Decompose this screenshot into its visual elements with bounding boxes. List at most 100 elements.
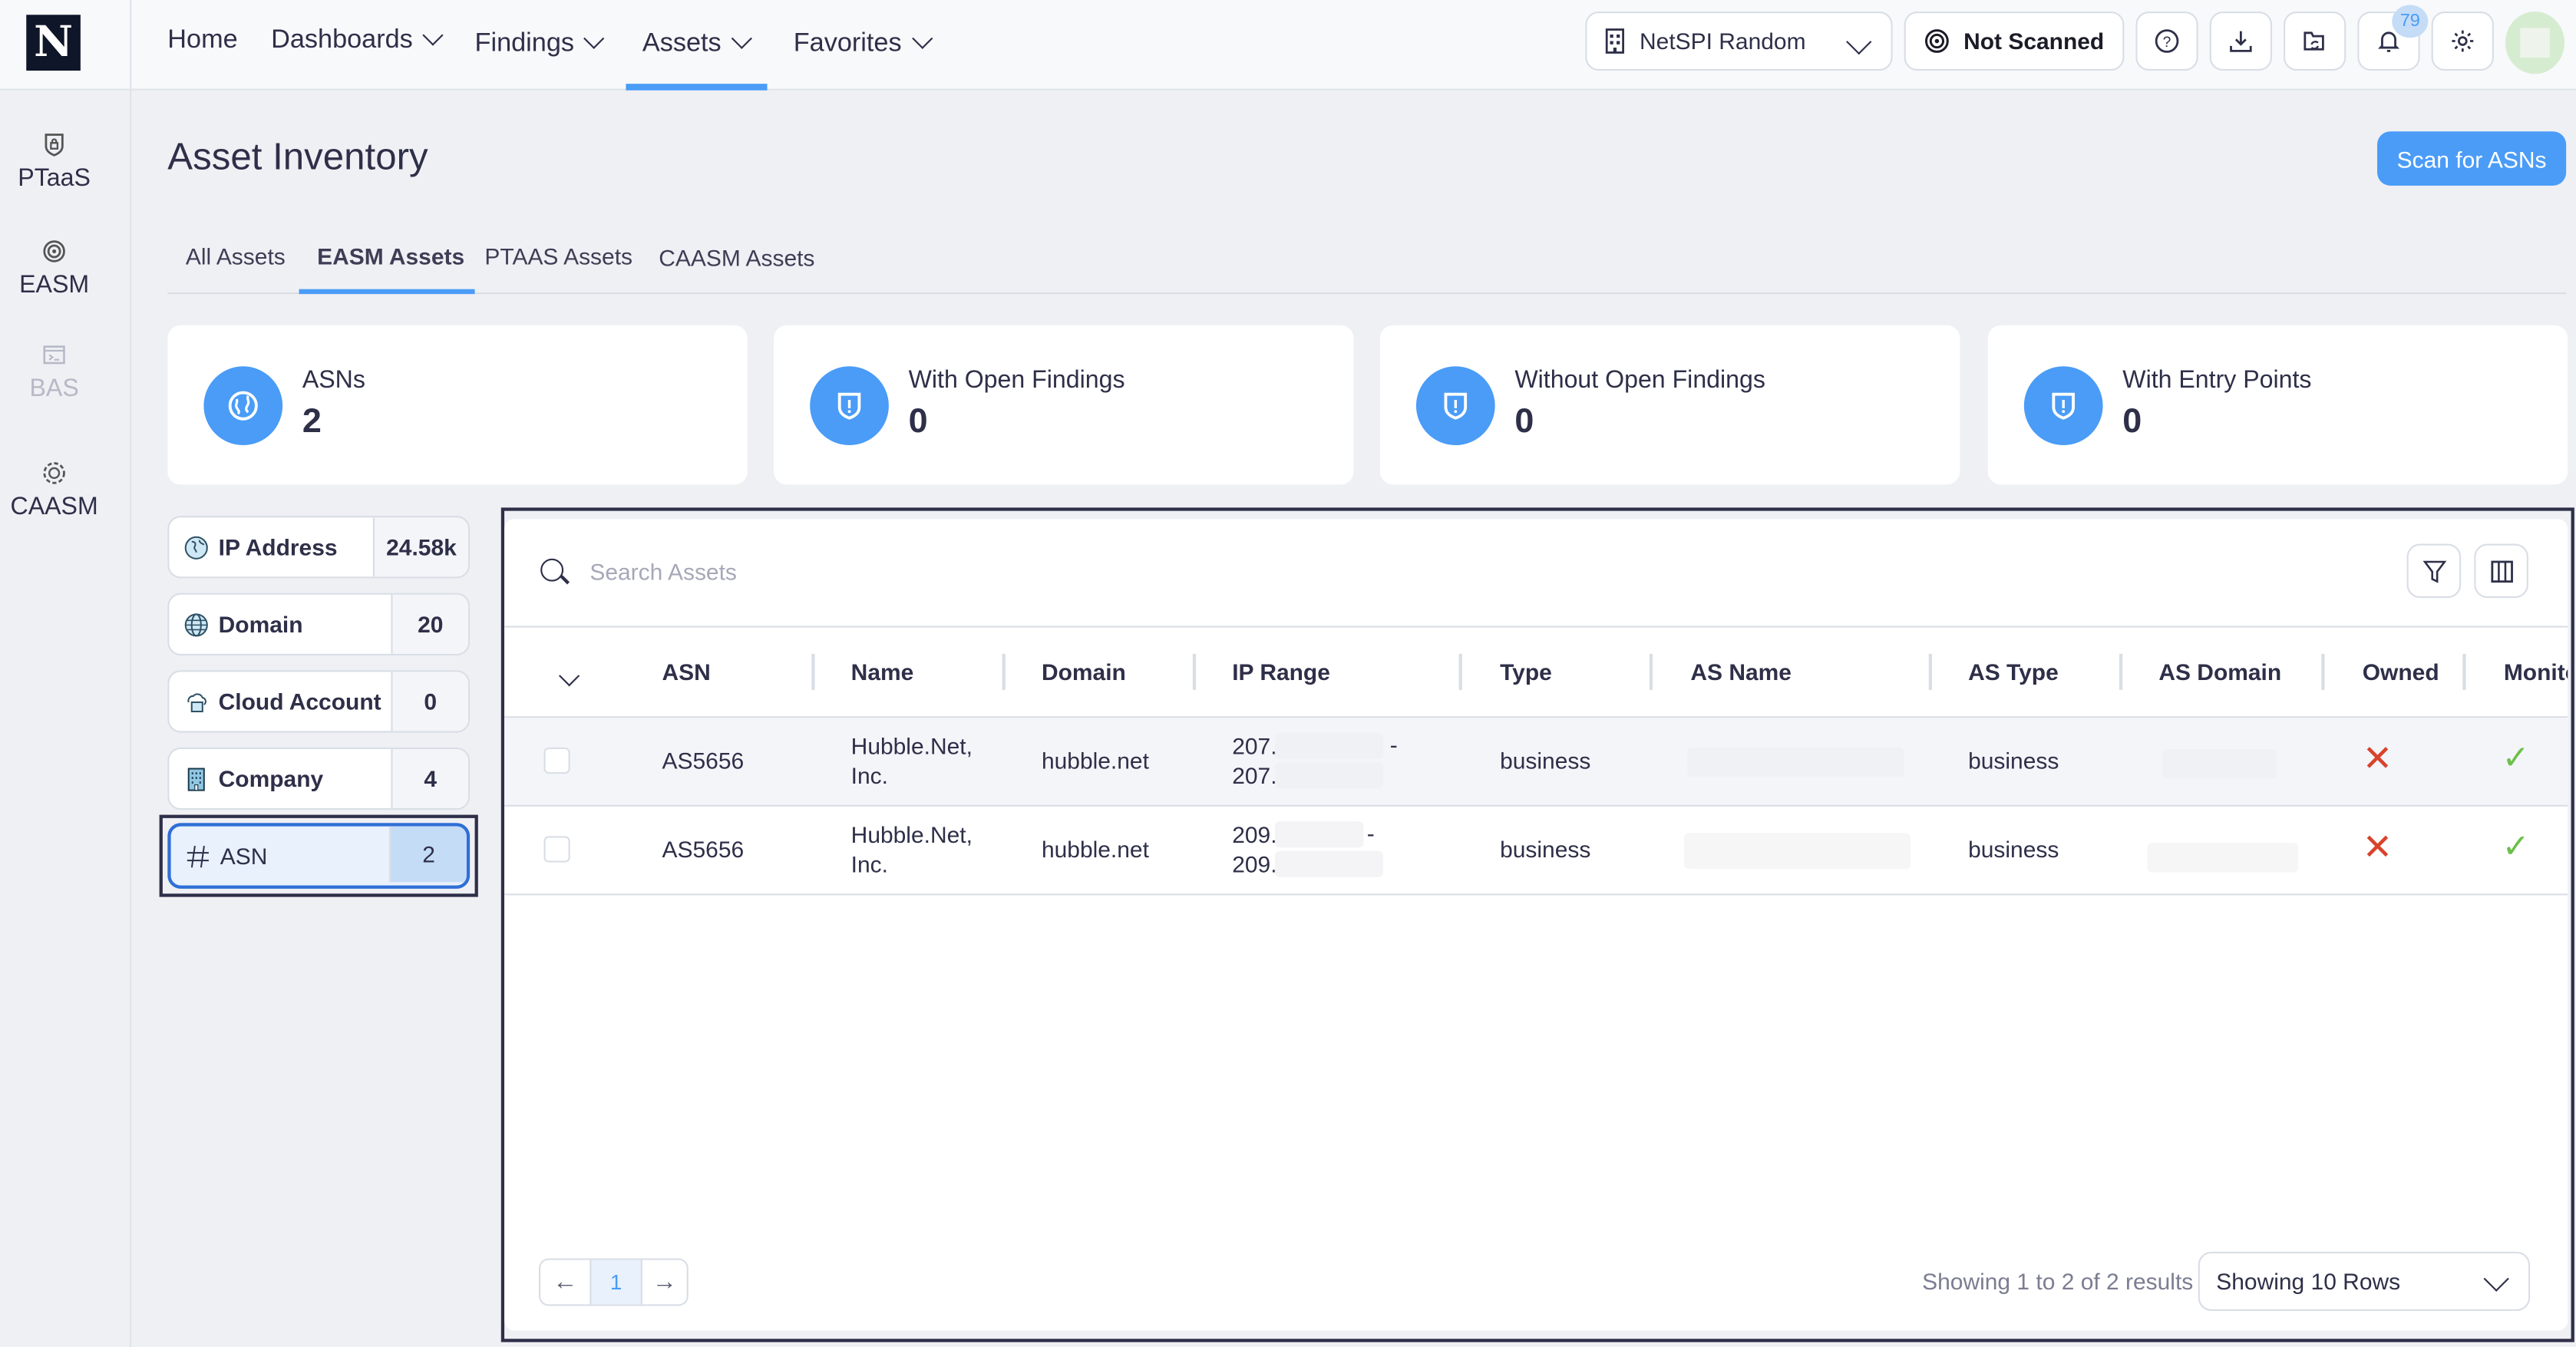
page-title: Asset Inventory [167, 134, 428, 178]
nav-favorites-label: Favorites [793, 29, 902, 58]
stat-value: 0 [908, 402, 928, 441]
help-button[interactable]: ? [2135, 11, 2198, 71]
category-domain[interactable]: Domain 20 [167, 593, 471, 655]
shield-alert-icon [810, 366, 889, 446]
category-company[interactable]: Company 4 [167, 747, 471, 811]
rows-per-page-select[interactable]: Showing 10 Rows [2198, 1251, 2531, 1311]
svg-text:?: ? [2163, 35, 2171, 51]
nav-home[interactable]: Home [167, 26, 237, 56]
nav-findings[interactable]: Findings [475, 28, 606, 60]
rail-item-label: EASM [19, 271, 90, 299]
radar-icon [1925, 29, 1950, 53]
redacted-value [1274, 821, 1364, 848]
category-count: 0 [391, 672, 468, 731]
column-header-type[interactable]: Type [1500, 659, 1552, 685]
focus-outline [159, 814, 478, 897]
cloud-folder-icon [187, 693, 206, 713]
stat-label: With Open Findings [908, 366, 1125, 395]
column-header-ip-range[interactable]: IP Range [1232, 659, 1330, 685]
chevron-down-icon [422, 25, 444, 46]
expand-all-chevron-icon[interactable] [558, 665, 580, 687]
help-icon: ? [2155, 29, 2179, 53]
row-checkbox[interactable] [543, 836, 570, 863]
next-page-button[interactable]: → [641, 1260, 687, 1305]
category-count: 24.58k [372, 517, 468, 577]
column-resizer[interactable] [1002, 653, 1006, 690]
prev-page-button[interactable]: ← [540, 1260, 590, 1305]
nav-dashboards-label: Dashboards [271, 26, 413, 54]
search-icon [540, 558, 564, 582]
cell-as-type: business [1968, 747, 2059, 774]
rail-item-label: CAASM [10, 493, 98, 521]
column-header-as-domain[interactable]: AS Domain [2158, 659, 2281, 685]
nav-assets[interactable]: Assets [642, 28, 752, 60]
tab-caasm-assets[interactable]: CAASM Assets [659, 245, 814, 271]
redacted-as-name [1683, 833, 1911, 870]
column-header-domain[interactable]: Domain [1042, 659, 1126, 685]
cell-ip-range-start: 207. [1232, 732, 1277, 759]
column-header-name[interactable]: Name [851, 659, 914, 685]
download-button[interactable] [2209, 11, 2273, 71]
tab-easm-assets[interactable]: EASM Assets [317, 243, 464, 269]
stat-label: ASNs [302, 366, 365, 395]
cell-name-line: Inc. [850, 762, 888, 789]
cell-domain: hubble.net [1041, 747, 1149, 774]
org-selector-value: NetSPI Random [1640, 28, 1806, 54]
page-button-current[interactable]: 1 [590, 1260, 642, 1305]
nav-favorites[interactable]: Favorites [793, 28, 933, 60]
org-selector[interactable]: NetSPI Random [1585, 11, 1893, 71]
monitored-yes-icon: ✓ [2502, 829, 2530, 866]
category-count: 4 [391, 748, 468, 809]
scan-status-button[interactable]: Not Scanned [1904, 11, 2125, 71]
settings-button[interactable] [2431, 11, 2494, 71]
filter-button[interactable] [2406, 543, 2462, 599]
scan-for-asns-button[interactable]: Scan for ASNs [2377, 131, 2567, 186]
row-checkbox[interactable] [543, 747, 570, 774]
column-header-as-name[interactable]: AS Name [1690, 659, 1792, 685]
cell-asn: AS5656 [662, 836, 745, 863]
download-icon [2230, 31, 2252, 52]
column-resizer[interactable] [1458, 653, 1462, 690]
column-resizer[interactable] [1192, 653, 1197, 690]
column-resizer[interactable] [2119, 653, 2123, 690]
rail-item-caasm[interactable]: CAASM [0, 460, 108, 520]
column-header-asn[interactable]: ASN [662, 659, 711, 685]
cell-ip-range-start: 209. [1232, 821, 1277, 848]
search-input[interactable] [586, 548, 1579, 595]
rail-item-easm[interactable]: EASM [0, 238, 108, 299]
column-header-as-type[interactable]: AS Type [1968, 659, 2059, 685]
column-resizer[interactable] [2321, 653, 2325, 690]
nav-dashboards[interactable]: Dashboards [271, 25, 444, 56]
columns-button[interactable] [2474, 543, 2528, 599]
folder-sync-button[interactable] [2284, 11, 2346, 71]
tab-all-assets[interactable]: All Assets [186, 243, 286, 269]
netspi-logo[interactable]: N [26, 15, 81, 71]
category-ip-address[interactable]: IP Address 24.58k [167, 516, 471, 579]
cell-name-line: Hubble.Net, [850, 732, 973, 759]
cell-name-line: Inc. [850, 850, 888, 877]
rail-item-bas[interactable]: BAS [0, 342, 108, 402]
rail-divider [130, 0, 132, 1347]
cell-as-type: business [1968, 836, 2059, 863]
column-resizer[interactable] [1649, 653, 1653, 690]
column-header-owned[interactable]: Owned [2363, 659, 2439, 685]
stat-label: With Entry Points [2122, 366, 2312, 395]
user-avatar[interactable] [2505, 11, 2565, 74]
terminal-icon [43, 345, 65, 365]
chevron-down-icon [584, 28, 606, 49]
notifications-badge: 79 [2392, 5, 2429, 38]
redacted-as-name [1687, 747, 1904, 777]
category-cloud-account[interactable]: Cloud Account 0 [167, 670, 471, 733]
column-resizer[interactable] [811, 653, 815, 690]
column-header-monitored[interactable]: Monito [2504, 659, 2568, 685]
cell-ip-range-separator: - [1389, 731, 1398, 758]
cell-name: Hubble.Net, Inc. [851, 731, 973, 790]
tab-ptaas-assets[interactable]: PTAAS Assets [484, 243, 632, 269]
column-resizer[interactable] [2462, 653, 2466, 690]
nav-home-label: Home [167, 26, 238, 54]
cell-asn: AS5656 [662, 747, 745, 774]
monitored-yes-icon: ✓ [2502, 741, 2530, 777]
asset-table-panel: ASN Name Domain IP Range Type AS Name AS… [504, 519, 2568, 1331]
column-resizer[interactable] [1928, 653, 1932, 690]
rail-item-ptaas[interactable]: PTaaS [0, 131, 108, 192]
